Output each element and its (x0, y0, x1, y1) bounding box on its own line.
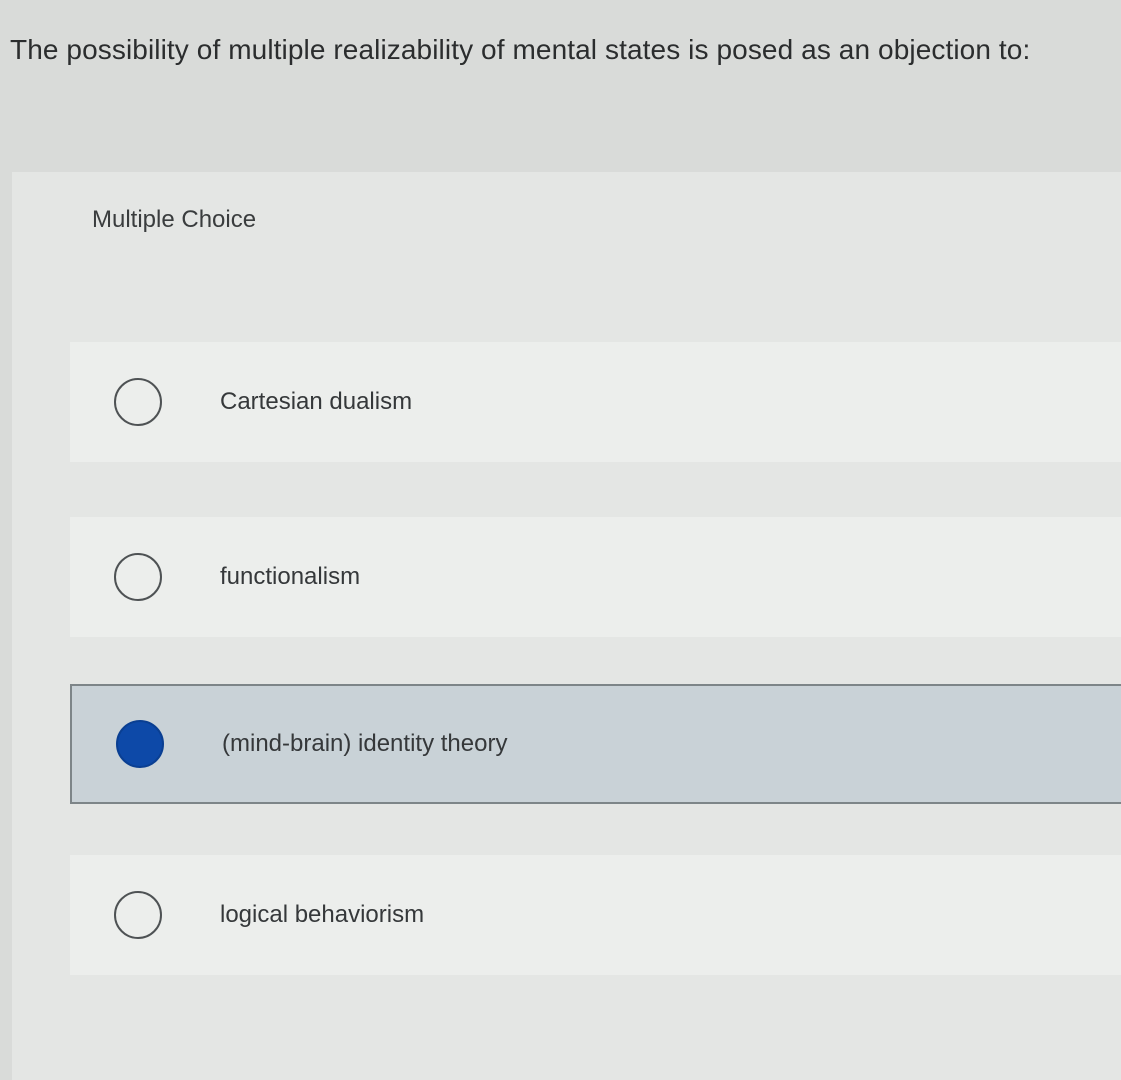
answer-option-identity-theory[interactable]: (mind-brain) identity theory (70, 684, 1121, 804)
radio-button-selected[interactable] (116, 720, 164, 768)
radio-button-unselected[interactable] (114, 553, 162, 601)
multiple-choice-panel: Multiple Choice Cartesian dualism functi… (12, 172, 1121, 1080)
radio-button-unselected[interactable] (114, 891, 162, 939)
answer-option-label: Cartesian dualism (220, 388, 413, 415)
answer-option-functionalism[interactable]: functionalism (70, 517, 1121, 637)
answer-option-label: logical behaviorism (220, 901, 425, 928)
question-type-label: Multiple Choice (92, 206, 257, 233)
answer-option-label: (mind-brain) identity theory (222, 730, 508, 757)
answer-option-cartesian-dualism[interactable]: Cartesian dualism (70, 342, 1121, 462)
answer-option-logical-behaviorism[interactable]: logical behaviorism (70, 855, 1121, 975)
radio-button-unselected[interactable] (114, 378, 162, 426)
answer-option-label: functionalism (220, 563, 361, 590)
question-text: The possibility of multiple realizabilit… (10, 34, 1031, 65)
